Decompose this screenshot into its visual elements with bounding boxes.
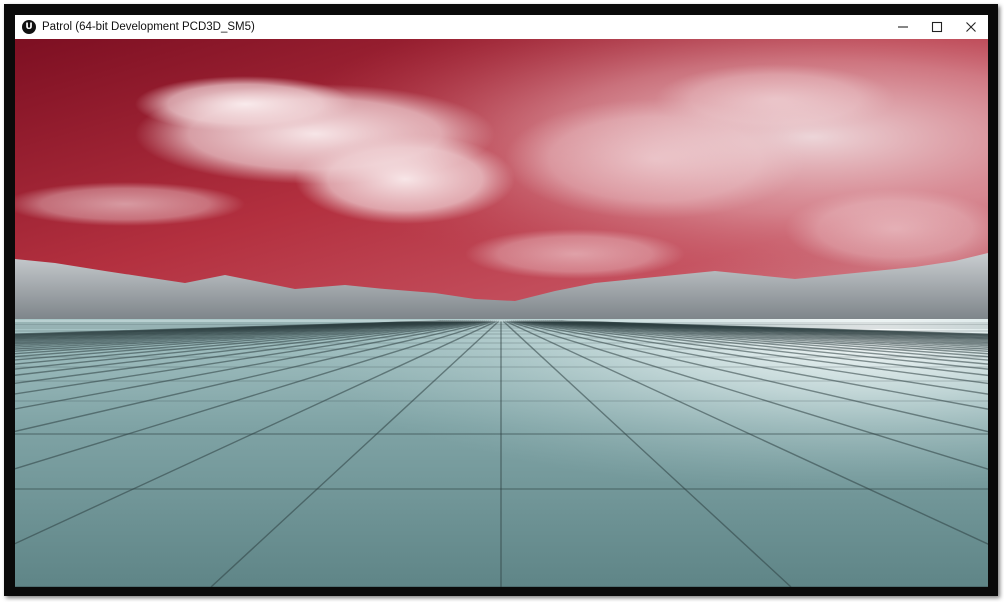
unreal-engine-icon[interactable]: U — [22, 20, 36, 34]
window-title: Patrol (64-bit Development PCD3D_SM5) — [42, 21, 255, 33]
maximize-button[interactable] — [920, 15, 954, 39]
scene-render — [15, 39, 988, 587]
game-window: U Patrol (64-bit Development PCD3D_SM5) — [15, 15, 988, 587]
window-shadow-frame: U Patrol (64-bit Development PCD3D_SM5) — [4, 4, 998, 596]
window-controls — [886, 15, 988, 39]
game-viewport[interactable] — [15, 39, 988, 587]
title-bar[interactable]: U Patrol (64-bit Development PCD3D_SM5) — [15, 15, 988, 39]
maximize-icon — [931, 21, 943, 33]
close-button[interactable] — [954, 15, 988, 39]
close-icon — [966, 22, 976, 32]
minimize-icon — [898, 26, 908, 28]
minimize-button[interactable] — [886, 15, 920, 39]
